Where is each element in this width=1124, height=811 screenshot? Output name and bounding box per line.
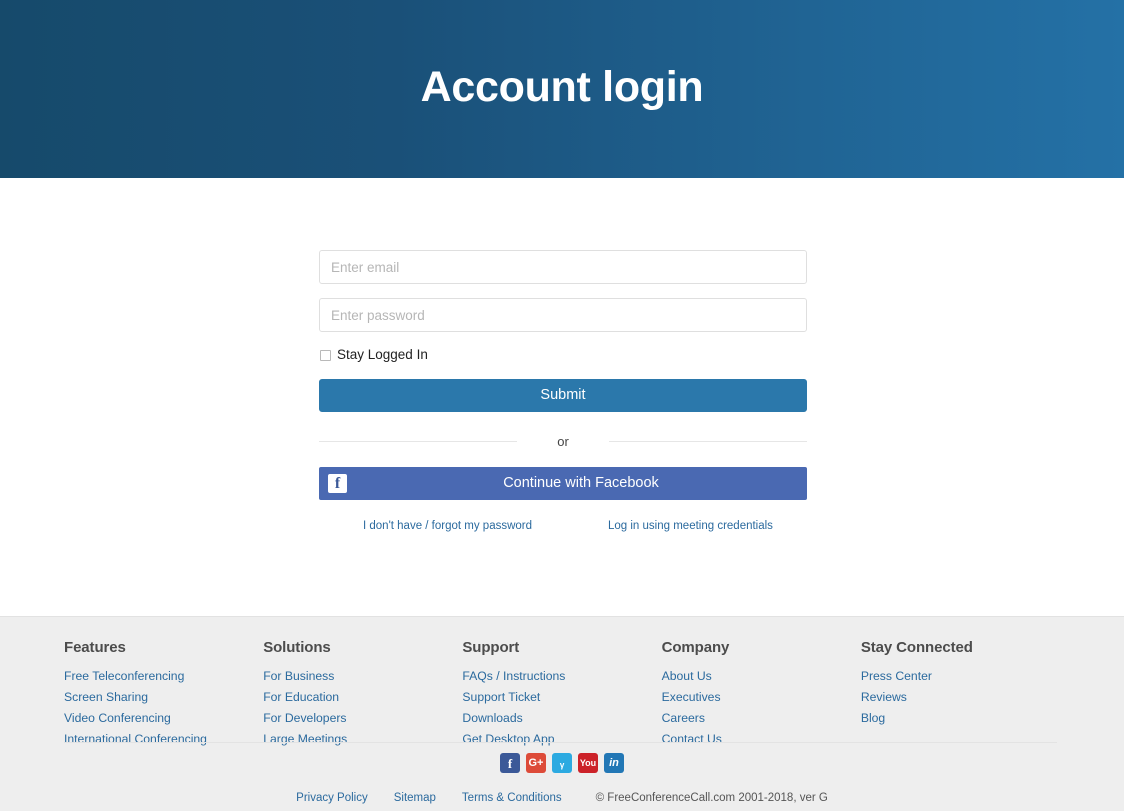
list-item: Blog: [861, 709, 1060, 727]
footer-link[interactable]: About Us: [662, 669, 712, 683]
footer-link-list: FAQs / Instructions Support Ticket Downl…: [462, 667, 661, 748]
footer-column-stay-connected: Stay Connected Press Center Reviews Blog: [861, 639, 1060, 751]
footer-link[interactable]: FAQs / Instructions: [462, 669, 565, 683]
privacy-policy-link[interactable]: Privacy Policy: [296, 792, 368, 804]
footer-link[interactable]: Executives: [662, 690, 721, 704]
google-plus-icon[interactable]: G+: [526, 753, 546, 773]
social-links: f G+ ᵧ You in: [0, 753, 1124, 773]
footer-column-features: Features Free Teleconferencing Screen Sh…: [64, 639, 263, 751]
footer-link[interactable]: Downloads: [462, 711, 522, 725]
list-item: Video Conferencing: [64, 709, 263, 727]
footer-column-support: Support FAQs / Instructions Support Tick…: [462, 639, 661, 751]
list-item: Careers: [662, 709, 861, 727]
stay-logged-in-checkbox[interactable]: [320, 349, 331, 361]
footer-divider: [64, 742, 1057, 743]
footer-link[interactable]: Reviews: [861, 690, 907, 704]
continue-with-facebook-label: Continue with Facebook: [503, 475, 659, 491]
footer-link[interactable]: Screen Sharing: [64, 690, 148, 704]
list-item: FAQs / Instructions: [462, 667, 661, 685]
footer-link-list: About Us Executives Careers Contact Us: [662, 667, 861, 748]
footer-link-list: For Business For Education For Developer…: [263, 667, 462, 748]
meeting-credentials-link[interactable]: Log in using meeting credentials: [608, 520, 773, 532]
continue-with-facebook-button[interactable]: f Continue with Facebook: [319, 467, 807, 500]
login-form: Stay Logged In Submit or f Continue with…: [319, 250, 807, 536]
footer-link[interactable]: For Education: [263, 690, 339, 704]
footer-link[interactable]: Large Meetings: [263, 732, 347, 746]
footer-link[interactable]: Free Teleconferencing: [64, 669, 184, 683]
list-item: Press Center: [861, 667, 1060, 685]
list-item: Screen Sharing: [64, 688, 263, 706]
list-item: Large Meetings: [263, 730, 462, 748]
stay-logged-in-label: Stay Logged In: [337, 347, 428, 362]
stay-logged-in-row[interactable]: Stay Logged In: [319, 347, 807, 363]
footer-link[interactable]: Careers: [662, 711, 705, 725]
forgot-password-link[interactable]: I don't have / forgot my password: [363, 520, 532, 532]
form-helper-links: I don't have / forgot my password Log in…: [319, 520, 807, 536]
page-hero-banner: Account login: [0, 0, 1124, 178]
footer-link[interactable]: International Conferencing: [64, 732, 207, 746]
page-title: Account login: [420, 62, 704, 111]
footer-link-columns: Features Free Teleconferencing Screen Sh…: [64, 639, 1060, 751]
footer-column-title: Features: [64, 639, 126, 656]
list-item: Get Desktop App: [462, 730, 661, 748]
youtube-icon[interactable]: You: [578, 753, 598, 773]
list-item: Support Ticket: [462, 688, 661, 706]
email-input[interactable]: [319, 250, 807, 284]
footer-link[interactable]: Contact Us: [662, 732, 722, 746]
footer-link-list: Press Center Reviews Blog: [861, 667, 1060, 727]
list-item: International Conferencing: [64, 730, 263, 748]
linkedin-icon[interactable]: in: [604, 753, 624, 773]
sitemap-link[interactable]: Sitemap: [394, 792, 436, 804]
list-item: Executives: [662, 688, 861, 706]
footer-column-title: Solutions: [263, 639, 331, 656]
footer-column-title: Stay Connected: [860, 639, 973, 656]
footer-column-company: Company About Us Executives Careers Cont…: [662, 639, 861, 751]
footer-link[interactable]: For Developers: [263, 711, 346, 725]
terms-conditions-link[interactable]: Terms & Conditions: [462, 792, 562, 804]
facebook-icon[interactable]: f: [500, 753, 520, 773]
footer-column-title: Support: [462, 639, 520, 656]
list-item: Free Teleconferencing: [64, 667, 263, 685]
or-divider-label: or: [544, 433, 582, 449]
list-item: For Business: [263, 667, 462, 685]
facebook-icon: f: [328, 474, 347, 493]
footer-link[interactable]: Support Ticket: [462, 690, 540, 704]
footer-link[interactable]: For Business: [263, 669, 334, 683]
list-item: Contact Us: [662, 730, 861, 748]
list-item: About Us: [662, 667, 861, 685]
list-item: Reviews: [861, 688, 1060, 706]
list-item: For Developers: [263, 709, 462, 727]
or-divider: or: [319, 433, 807, 449]
footer-link[interactable]: Blog: [861, 711, 885, 725]
password-input[interactable]: [319, 298, 807, 332]
copyright-text: © FreeConferenceCall.com 2001-2018, ver …: [595, 792, 828, 804]
footer-column-title: Company: [661, 639, 730, 656]
footer-link[interactable]: Get Desktop App: [462, 732, 554, 746]
footer-link-list: Free Teleconferencing Screen Sharing Vid…: [64, 667, 263, 748]
footer-column-solutions: Solutions For Business For Education For…: [263, 639, 462, 751]
footer-link[interactable]: Video Conferencing: [64, 711, 171, 725]
list-item: For Education: [263, 688, 462, 706]
footer-link[interactable]: Press Center: [861, 669, 932, 683]
list-item: Downloads: [462, 709, 661, 727]
main-content: Stay Logged In Submit or f Continue with…: [0, 178, 1124, 616]
twitter-icon[interactable]: ᵧ: [552, 753, 572, 773]
submit-button[interactable]: Submit: [319, 379, 807, 412]
site-footer: Features Free Teleconferencing Screen Sh…: [0, 616, 1124, 811]
footer-bottom-bar: Privacy Policy Sitemap Terms & Condition…: [0, 787, 1124, 809]
